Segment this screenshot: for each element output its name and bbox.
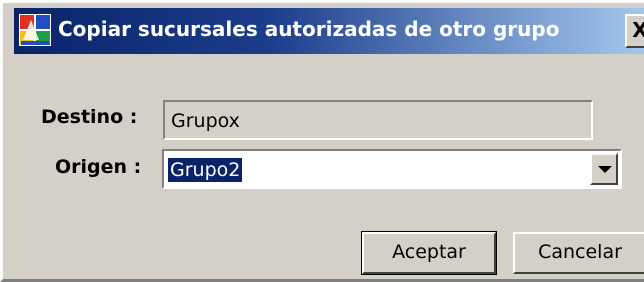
accept-label: Aceptar bbox=[392, 241, 466, 263]
window-title: Copiar sucursales autorizadas de otro gr… bbox=[58, 17, 560, 41]
app-icon bbox=[19, 14, 51, 46]
origen-dropdown-button[interactable] bbox=[590, 153, 618, 185]
cancel-button[interactable]: Cancelar bbox=[513, 232, 644, 274]
dialog-window: Copiar sucursales autorizadas de otro gr… bbox=[0, 0, 644, 282]
origen-value: Grupo2 bbox=[168, 158, 243, 182]
origen-select[interactable]: Grupo2 bbox=[162, 149, 622, 189]
close-icon: X bbox=[632, 18, 644, 42]
accept-button[interactable]: Aceptar bbox=[361, 231, 497, 275]
chevron-down-icon bbox=[598, 166, 612, 173]
title-bar[interactable]: Copiar sucursales autorizadas de otro gr… bbox=[14, 8, 644, 54]
destino-label: Destino : bbox=[41, 106, 138, 128]
cancel-label: Cancelar bbox=[538, 241, 622, 263]
destino-value: Grupox bbox=[171, 110, 240, 132]
destino-field: Grupox bbox=[163, 100, 593, 140]
close-button[interactable]: X bbox=[625, 14, 644, 48]
origen-label: Origen : bbox=[55, 156, 142, 178]
